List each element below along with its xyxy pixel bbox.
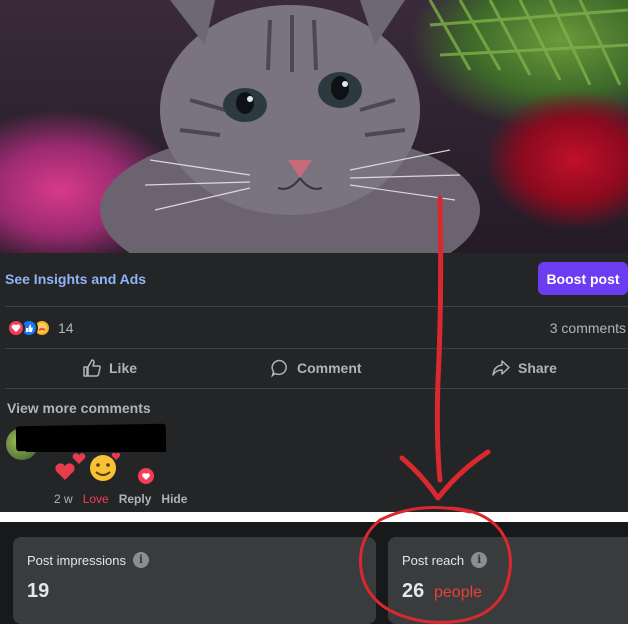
reaction-summary[interactable]: 14 (7, 318, 74, 338)
post-actions: Like Comment Share (0, 350, 628, 386)
annotation-people-text: people (434, 584, 483, 601)
share-button[interactable]: Share (491, 350, 557, 386)
share-label: Share (518, 360, 557, 376)
comment-icon (271, 359, 287, 378)
view-more-comments[interactable]: View more comments (7, 400, 151, 416)
boost-post-button[interactable]: Boost post (538, 262, 628, 295)
comments-count[interactable]: 3 comments (550, 320, 626, 336)
reply-button[interactable]: Reply (119, 492, 152, 506)
like-button[interactable]: Like (82, 350, 137, 386)
post-impressions-card (13, 537, 376, 624)
love-reaction-icon (7, 319, 25, 337)
see-insights-link[interactable]: See Insights and Ads (5, 271, 146, 287)
post-impressions-label: Post impressions i (27, 552, 149, 568)
like-label: Like (109, 360, 138, 376)
hide-button[interactable]: Hide (161, 492, 187, 506)
smiling-face-with-hearts-icon (90, 455, 116, 481)
comment-time[interactable]: 2 w (54, 492, 73, 506)
comment-label: Comment (297, 360, 362, 376)
comment-button[interactable]: Comment (270, 350, 362, 386)
share-icon (492, 360, 510, 376)
heart-icon (72, 453, 86, 464)
like-icon (83, 359, 101, 377)
post-photo[interactable] (0, 0, 628, 253)
heart-icon (55, 463, 75, 480)
divider (5, 388, 628, 389)
post-reach-value: 26 (402, 580, 425, 602)
info-icon[interactable]: i (471, 552, 488, 568)
post-reach-title: Post reach (402, 552, 465, 568)
comment-meta: 2 w Love Reply Hide (54, 492, 187, 506)
post-impressions-title: Post impressions (27, 552, 126, 568)
info-icon[interactable]: i (132, 552, 149, 568)
reaction-count: 14 (58, 320, 74, 336)
divider (5, 348, 628, 349)
love-reaction-button[interactable]: Love (83, 492, 109, 506)
post-impressions-value: 19 (27, 580, 50, 602)
section-separator (0, 512, 628, 522)
divider (5, 306, 628, 307)
cat-photo-illustration (100, 0, 628, 253)
comment-sticker (55, 452, 156, 486)
post-reach-label: Post reach i (402, 552, 488, 568)
